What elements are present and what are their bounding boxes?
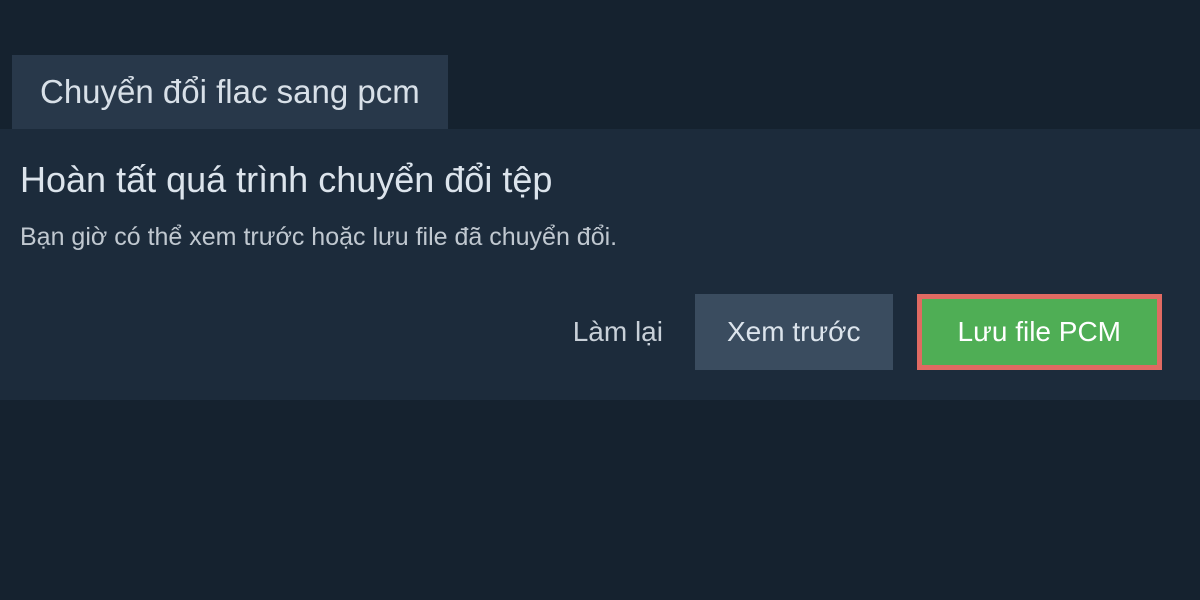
tab-title: Chuyển đổi flac sang pcm [40, 73, 420, 110]
preview-button[interactable]: Xem trước [695, 294, 893, 370]
dialog-container: Chuyển đổi flac sang pcm Hoàn tất quá tr… [0, 0, 1200, 400]
completion-description: Bạn giờ có thể xem trước hoặc lưu file đ… [20, 223, 1180, 252]
save-button[interactable]: Lưu file PCM [917, 294, 1162, 370]
content-panel: Hoàn tất quá trình chuyển đổi tệp Bạn gi… [0, 129, 1200, 400]
button-row: Làm lại Xem trước Lưu file PCM [20, 294, 1180, 370]
tab-header: Chuyển đổi flac sang pcm [12, 55, 448, 129]
redo-button[interactable]: Làm lại [565, 316, 671, 348]
completion-heading: Hoàn tất quá trình chuyển đổi tệp [20, 159, 1180, 201]
